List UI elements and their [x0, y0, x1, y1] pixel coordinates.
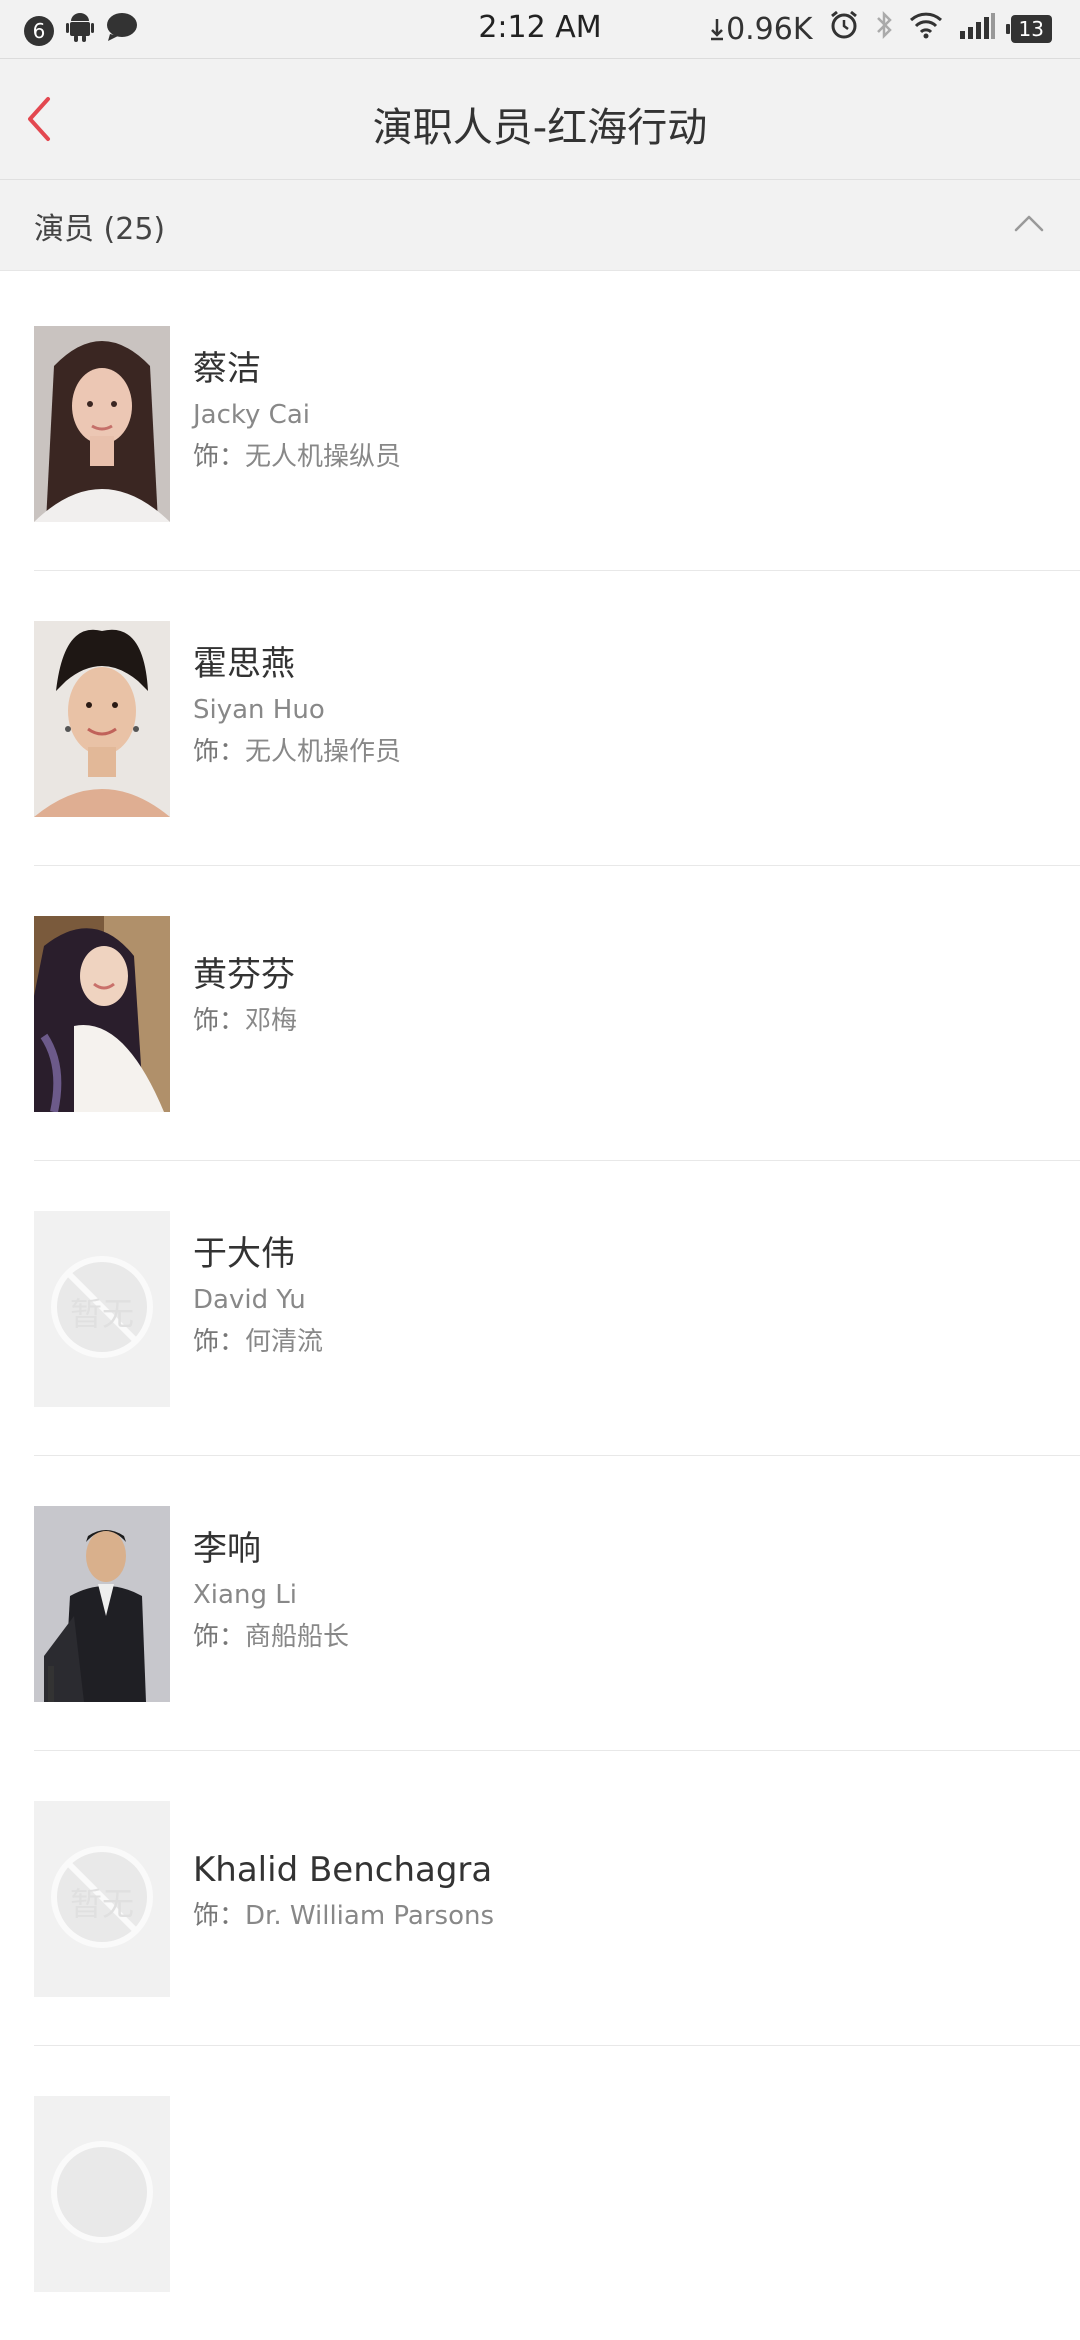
actor-role: 饰：无人机操作员: [193, 736, 401, 768]
role-name: 无人机操作员: [245, 737, 402, 767]
role-name: 无人机操纵员: [245, 442, 402, 472]
status-bar-right: 0.96K 13: [710, 10, 1052, 48]
role-prefix: 饰：: [193, 1006, 246, 1036]
actor-english-name: Siyan Huo: [193, 695, 325, 725]
bluetooth-icon: [875, 10, 893, 48]
actor-info: 黄芬芬 饰：邓梅: [193, 955, 297, 1037]
actor-english-name: David Yu: [193, 1285, 306, 1315]
actor-photo: [34, 1506, 170, 1702]
download-arrow-icon: [711, 19, 724, 41]
actor-name: 霍思燕: [193, 644, 295, 684]
placeholder-text: 暂无: [69, 1885, 134, 1923]
cast-list-item[interactable]: 暂无 于大伟 David Yu 饰：何清流: [0, 1160, 1080, 1455]
cast-list-item[interactable]: 李响 Xiang Li 饰：商船船长: [0, 1455, 1080, 1750]
cast-list-item[interactable]: 黄芬芬 饰：邓梅: [0, 865, 1080, 1160]
title-bar: 演职人员-红海行动: [0, 59, 1080, 180]
status-bar: 6 2:12 AM 0.96K 13: [0, 0, 1080, 59]
actor-photo: [34, 916, 170, 1112]
role-prefix: 饰：: [193, 1622, 246, 1652]
actor-role: 饰：何清流: [193, 1326, 323, 1358]
role-name: 邓梅: [245, 1006, 298, 1036]
actor-photo: [34, 621, 170, 817]
actor-english-name: Jacky Cai: [193, 400, 310, 430]
network-speed: 0.96K: [710, 11, 813, 47]
role-prefix: 饰：: [193, 1327, 246, 1357]
cast-section-header[interactable]: 演员 (25): [0, 180, 1080, 271]
wifi-icon: [909, 11, 943, 47]
actor-info: 霍思燕 Siyan Huo 饰：无人机操作员: [193, 644, 401, 768]
actor-info: Khalid Benchagra 饰：Dr. William Parsons: [193, 1850, 494, 1932]
photo-placeholder: 暂无: [34, 1211, 170, 1407]
cast-list: 蔡洁 Jacky Cai 饰：无人机操纵员 霍思燕 Siyan Huo 饰：无人…: [0, 275, 1080, 2340]
cast-list-item[interactable]: 霍思燕 Siyan Huo 饰：无人机操作员: [0, 570, 1080, 865]
cast-list-item[interactable]: 蔡洁 Jacky Cai 饰：无人机操纵员: [0, 275, 1080, 570]
actor-info: 于大伟 David Yu 饰：何清流: [193, 1234, 323, 1358]
actor-english-name: Xiang Li: [193, 1580, 297, 1610]
photo-placeholder: [34, 2096, 170, 2292]
actor-name: Khalid Benchagra: [193, 1850, 493, 1890]
photo-placeholder: 暂无: [34, 1801, 170, 1997]
actor-info: 李响 Xiang Li 饰：商船船长: [193, 1529, 349, 1653]
alarm-icon: [829, 10, 859, 48]
section-label: 演员 (25): [34, 212, 166, 247]
network-speed-value: 0.96K: [726, 11, 813, 47]
role-name: 何清流: [245, 1327, 324, 1357]
actor-role: 饰：无人机操纵员: [193, 441, 401, 473]
actor-role: 饰：商船船长: [193, 1621, 349, 1653]
actor-name: 李响: [193, 1529, 261, 1569]
placeholder-text: 暂无: [69, 1295, 134, 1333]
actor-info: 蔡洁 Jacky Cai 饰：无人机操纵员: [193, 349, 401, 473]
role-prefix: 饰：: [193, 737, 246, 767]
actor-role: 饰：Dr. William Parsons: [193, 1900, 494, 1932]
cast-list-item[interactable]: [0, 2045, 1080, 2340]
chevron-up-icon[interactable]: [1012, 206, 1046, 240]
actor-role: 饰：邓梅: [193, 1005, 297, 1037]
role-prefix: 饰：: [193, 442, 246, 472]
actor-name: 黄芬芬: [193, 955, 295, 995]
role-name: Dr. William Parsons: [245, 1901, 495, 1931]
role-prefix: 饰：: [193, 1901, 246, 1931]
signal-icon: [959, 12, 995, 47]
battery-icon: 13: [1005, 15, 1052, 43]
page-title: 演职人员-红海行动: [372, 105, 708, 151]
actor-photo: [34, 326, 170, 522]
role-name: 商船船长: [245, 1622, 350, 1652]
actor-name: 于大伟: [193, 1234, 295, 1274]
cast-list-item[interactable]: 暂无 Khalid Benchagra 饰：Dr. William Parson…: [0, 1750, 1080, 2045]
actor-name: 蔡洁: [193, 349, 261, 389]
